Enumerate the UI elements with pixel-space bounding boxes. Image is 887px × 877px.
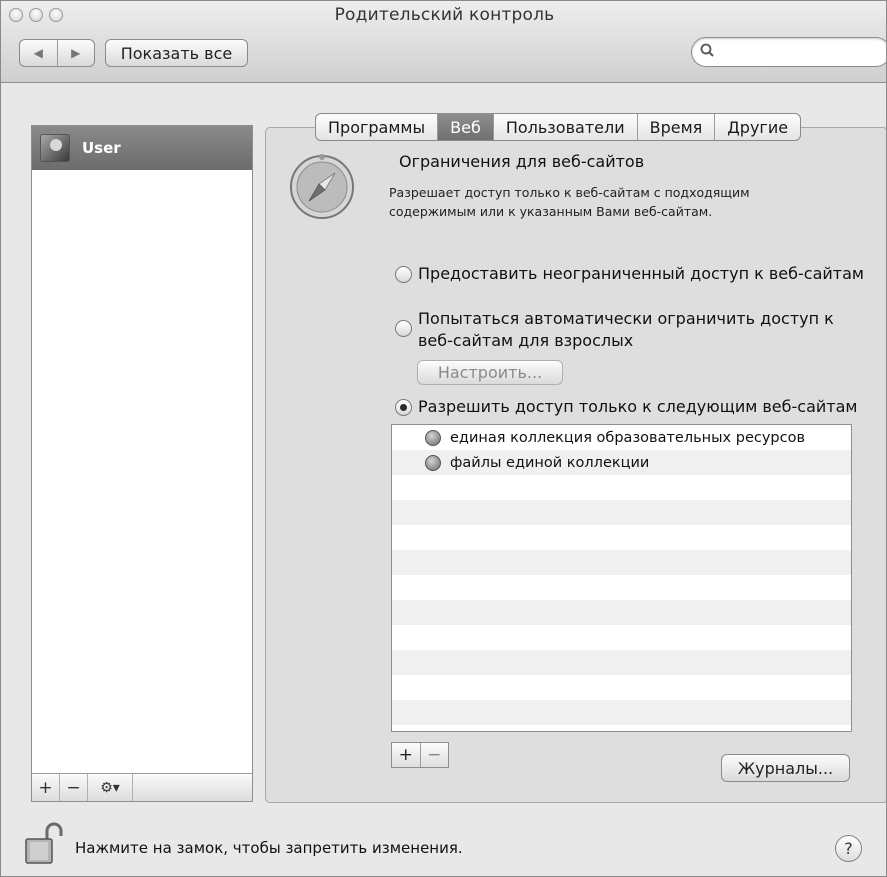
empty-row bbox=[392, 475, 851, 500]
user-list-item[interactable]: User bbox=[32, 126, 252, 170]
radio-label: Разрешить доступ только к следующим веб-… bbox=[418, 397, 858, 416]
search-field[interactable] bbox=[691, 37, 886, 67]
remove-site-button[interactable]: − bbox=[419, 743, 449, 767]
empty-row bbox=[392, 500, 851, 525]
tab-other[interactable]: Другие bbox=[714, 114, 800, 140]
tab-programs[interactable]: Программы bbox=[316, 114, 437, 140]
search-icon bbox=[700, 43, 714, 57]
site-name: единая коллекция образовательных ресурсо… bbox=[450, 429, 806, 446]
globe-icon bbox=[425, 429, 441, 446]
radio-allow-only[interactable]: Разрешить доступ только к следующим веб-… bbox=[395, 396, 857, 418]
empty-row bbox=[392, 625, 851, 650]
user-list: User + − ⚙▾ bbox=[31, 125, 253, 802]
safari-compass-icon bbox=[290, 154, 354, 219]
radio-auto-limit[interactable]: Попытаться автоматически ограничить дост… bbox=[395, 308, 845, 352]
tab-users[interactable]: Пользователи bbox=[492, 114, 637, 140]
tab-bar: Программы Веб Пользователи Время Другие bbox=[315, 113, 802, 141]
empty-row bbox=[392, 700, 851, 725]
radio-label: Предоставить неограниченный доступ к веб… bbox=[418, 264, 864, 283]
user-name: User bbox=[82, 139, 121, 157]
back-button[interactable]: ◀ bbox=[20, 40, 57, 66]
section-title: Ограничения для веб-сайтов bbox=[399, 152, 645, 171]
gear-menu-button[interactable]: ⚙▾ bbox=[88, 774, 133, 801]
empty-row bbox=[392, 725, 851, 731]
list-item[interactable]: единая коллекция образовательных ресурсо… bbox=[392, 425, 851, 450]
radio-button-selected[interactable] bbox=[395, 399, 412, 416]
empty-row bbox=[392, 650, 851, 675]
radio-label: Попытаться автоматически ограничить дост… bbox=[418, 309, 834, 350]
logs-button[interactable]: Журналы... bbox=[721, 754, 850, 782]
empty-row bbox=[392, 525, 851, 550]
empty-row bbox=[392, 550, 851, 575]
lock-message: Нажмите на замок, чтобы запретить измене… bbox=[75, 839, 463, 857]
unlocked-padlock-icon[interactable] bbox=[23, 820, 63, 866]
site-name: файлы единой коллекции bbox=[450, 454, 650, 471]
window-title: Родительский контроль bbox=[334, 5, 555, 25]
radio-button[interactable] bbox=[395, 266, 412, 283]
remove-user-button[interactable]: − bbox=[60, 774, 88, 801]
titlebar: Родительский контроль ◀ ▶ Показать все bbox=[1, 1, 886, 83]
allowed-sites-list: единая коллекция образовательных ресурсо… bbox=[391, 424, 852, 732]
site-add-remove-control: + − bbox=[391, 742, 449, 768]
add-site-button[interactable]: + bbox=[392, 743, 420, 767]
sidebar-toolbar: + − ⚙▾ bbox=[32, 773, 252, 801]
forward-button[interactable]: ▶ bbox=[56, 40, 95, 66]
empty-row bbox=[392, 600, 851, 625]
customize-button[interactable]: Настроить... bbox=[417, 360, 563, 385]
section-description: Разрешает доступ только к веб-сайтам с п… bbox=[389, 185, 750, 219]
tab-time[interactable]: Время bbox=[636, 114, 715, 140]
radio-unrestricted[interactable]: Предоставить неограниченный доступ к веб… bbox=[395, 263, 864, 285]
window: Родительский контроль ◀ ▶ Показать все U… bbox=[0, 0, 887, 877]
radio-button[interactable] bbox=[395, 320, 412, 337]
add-user-button[interactable]: + bbox=[32, 774, 60, 801]
back-arrow-icon: ◀ bbox=[33, 46, 43, 60]
tab-web[interactable]: Веб bbox=[437, 114, 493, 140]
help-button[interactable]: ? bbox=[835, 835, 862, 862]
back-forward-control: ◀ ▶ bbox=[19, 39, 95, 67]
empty-row bbox=[392, 675, 851, 700]
empty-row bbox=[392, 575, 851, 600]
list-item[interactable]: файлы единой коллекции bbox=[392, 450, 851, 475]
user-avatar bbox=[40, 134, 70, 162]
forward-arrow-icon: ▶ bbox=[71, 46, 81, 60]
globe-icon bbox=[425, 454, 441, 471]
show-all-button[interactable]: Показать все bbox=[105, 39, 248, 67]
